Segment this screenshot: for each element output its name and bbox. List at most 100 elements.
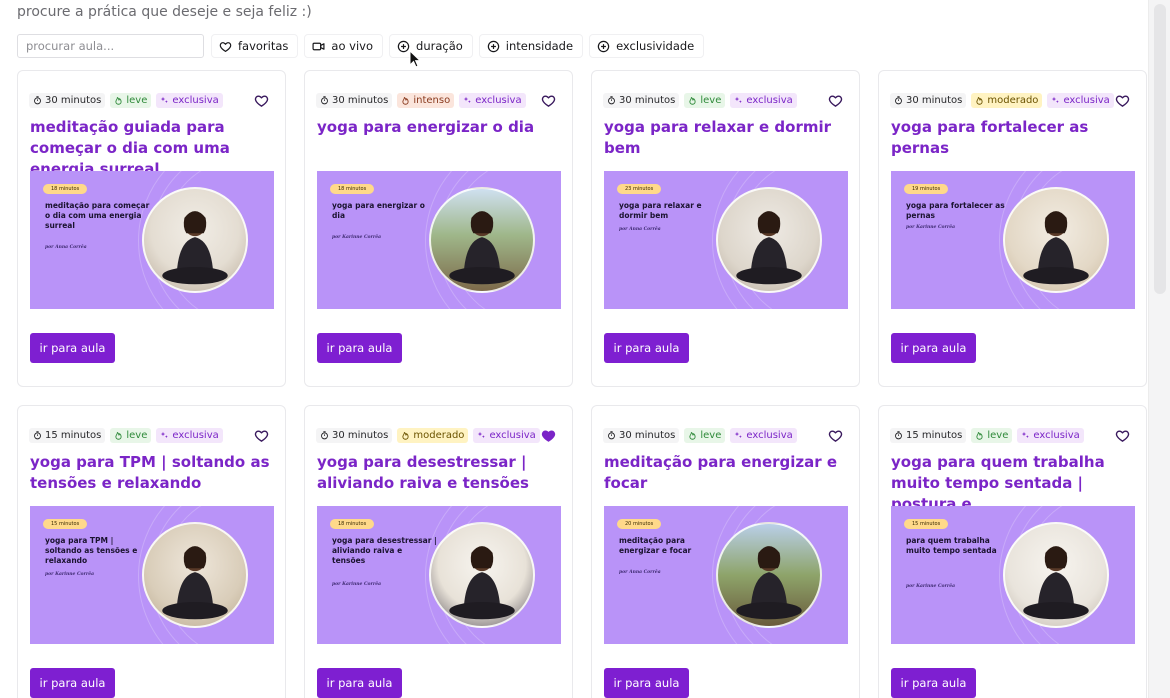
scrollbar[interactable]	[1148, 0, 1170, 698]
duration-label: 30 minutos	[906, 95, 963, 106]
plus-circle-icon	[597, 40, 610, 52]
duration-tag: 30 minutos	[603, 428, 680, 443]
exclusive-tag: exclusiva	[1017, 428, 1084, 443]
lesson-thumbnail[interactable]: 18 minutos yoga para desestressar | alivi…	[317, 506, 561, 644]
thumbnail-author: por Anna Corrêa	[619, 570, 661, 575]
card-tags: 30 minutos moderado exclusiva	[890, 93, 1114, 108]
filter-label: exclusividade	[616, 39, 695, 53]
go-to-lesson-button[interactable]: ir para aula	[604, 333, 689, 363]
go-to-lesson-button[interactable]: ir para aula	[891, 668, 976, 698]
filter-favoritas-button[interactable]: favoritas	[211, 34, 299, 58]
plus-circle-icon	[487, 40, 500, 52]
sparkle-icon	[735, 96, 743, 104]
thumbnail-title: yoga para relaxar e dormir bem	[619, 201, 702, 220]
flame-icon	[976, 432, 983, 440]
instructor-figure	[449, 211, 515, 285]
filter-duracao-button[interactable]: duração	[389, 34, 473, 58]
favorite-button[interactable]	[828, 93, 843, 108]
filter-ao-vivo-button[interactable]: ao vivo	[304, 34, 384, 58]
timer-icon	[34, 431, 41, 440]
heart-icon	[219, 41, 232, 52]
thumbnail-title: para quem trabalha muito tempo sentada	[906, 536, 997, 555]
favorite-button[interactable]	[1115, 93, 1130, 108]
favorite-button[interactable]	[541, 428, 556, 443]
heart-icon	[828, 95, 843, 107]
instructor-photo	[716, 522, 822, 628]
lesson-thumbnail[interactable]: 15 minutos para quem trabalha muito tempo…	[891, 506, 1135, 644]
mouse-cursor-icon	[409, 50, 421, 68]
thumbnail-duration-pill: 23 minutos	[617, 184, 662, 194]
scrollbar-thumb[interactable]	[1154, 4, 1166, 294]
duration-tag: 30 minutos	[316, 428, 393, 443]
instructor-photo	[429, 187, 535, 293]
lesson-card: 15 minutos leve exclusiva yoga para quem tr…	[878, 405, 1147, 698]
thumbnail-author: por Karinne Corrêa	[906, 584, 956, 589]
card-tags: 30 minutos leve exclusiva	[603, 93, 797, 108]
go-to-lesson-button[interactable]: ir para aula	[604, 668, 689, 698]
lesson-card: 15 minutos leve exclusiva yoga para TPM | s…	[17, 405, 286, 698]
duration-label: 30 minutos	[45, 95, 102, 106]
thumbnail-title: yoga para TPM | soltando as tensões e re…	[45, 536, 138, 565]
timer-icon	[895, 96, 902, 105]
lesson-card: 30 minutos leve exclusiva meditação para en…	[591, 405, 860, 698]
instructor-figure	[1023, 546, 1089, 620]
lesson-thumbnail[interactable]: 18 minutos yoga para energizar o dia por K…	[317, 171, 561, 309]
lesson-thumbnail[interactable]: 23 minutos yoga para relaxar e dormir bem…	[604, 171, 848, 309]
filter-exclusividade-button[interactable]: exclusividade	[589, 34, 705, 58]
flame-icon	[115, 432, 122, 440]
thumbnail-title: yoga para energizar o dia	[332, 201, 425, 220]
instructor-photo	[1003, 187, 1109, 293]
lesson-thumbnail[interactable]: 15 minutos yoga para TPM | soltando as te…	[30, 506, 274, 644]
card-tags: 30 minutos leve exclusiva	[29, 93, 223, 108]
go-to-lesson-button[interactable]: ir para aula	[317, 668, 402, 698]
lesson-title: yoga para energizar o dia	[317, 118, 535, 136]
favorite-button[interactable]	[828, 428, 843, 443]
favorite-button[interactable]	[1115, 428, 1130, 443]
intensity-tag: leve	[684, 428, 726, 443]
exclusive-label: exclusiva	[489, 430, 536, 441]
exclusive-tag: exclusiva	[156, 428, 223, 443]
favorite-button[interactable]	[254, 93, 269, 108]
timer-icon	[608, 96, 615, 105]
lesson-card: 30 minutos moderado exclusiva yoga para des…	[304, 405, 573, 698]
exclusive-tag: exclusiva	[730, 93, 797, 108]
go-to-lesson-button[interactable]: ir para aula	[30, 668, 115, 698]
thumbnail-author: por Karinne Corrêa	[332, 235, 382, 240]
duration-tag: 30 minutos	[890, 93, 967, 108]
thumbnail-duration-pill: 15 minutos	[43, 519, 88, 529]
lesson-thumbnail[interactable]: 20 minutos meditação para energizar e foc…	[604, 506, 848, 644]
duration-label: 30 minutos	[619, 430, 676, 441]
go-to-lesson-button[interactable]: ir para aula	[30, 333, 115, 363]
duration-label: 30 minutos	[619, 95, 676, 106]
lesson-thumbnail[interactable]: 18 minutos meditação para começar o dia c…	[30, 171, 274, 309]
lesson-title: yoga para relaxar e dormir bem	[604, 118, 832, 157]
go-to-lesson-button[interactable]: ir para aula	[891, 333, 976, 363]
card-tags: 30 minutos leve exclusiva	[603, 428, 797, 443]
timer-icon	[895, 431, 902, 440]
thumbnail-title: meditação para começar o dia com uma ene…	[45, 201, 150, 230]
duration-label: 15 minutos	[906, 430, 963, 441]
thumbnail-duration-pill: 15 minutos	[904, 519, 949, 529]
intensity-tag: leve	[110, 93, 152, 108]
intensity-label: leve	[987, 430, 1009, 441]
duration-tag: 30 minutos	[29, 93, 106, 108]
sparkle-icon	[478, 431, 486, 439]
go-to-lesson-button[interactable]: ir para aula	[317, 333, 402, 363]
favorite-button[interactable]	[254, 428, 269, 443]
sparkle-icon	[735, 431, 743, 439]
card-tags: 30 minutos intenso exclusiva	[316, 93, 526, 108]
thumbnail-title: yoga para fortalecer as pernas	[906, 201, 1005, 220]
timer-icon	[34, 96, 41, 105]
thumbnail-author: por Anna Corrêa	[45, 245, 87, 250]
video-icon	[312, 42, 325, 50]
filter-intensidade-button[interactable]: intensidade	[478, 34, 584, 58]
instructor-figure	[449, 546, 515, 620]
heart-filled-icon	[541, 430, 556, 442]
favorite-button[interactable]	[541, 93, 556, 108]
exclusive-label: exclusiva	[746, 430, 793, 441]
thumbnail-author: por Karinne Corrêa	[45, 572, 95, 577]
intensity-label: leve	[126, 430, 148, 441]
search-input[interactable]	[17, 34, 204, 58]
thumbnail-title: yoga para desestressar | aliviando raiva…	[332, 536, 437, 565]
lesson-thumbnail[interactable]: 19 minutos yoga para fortalecer as pernas…	[891, 171, 1135, 309]
